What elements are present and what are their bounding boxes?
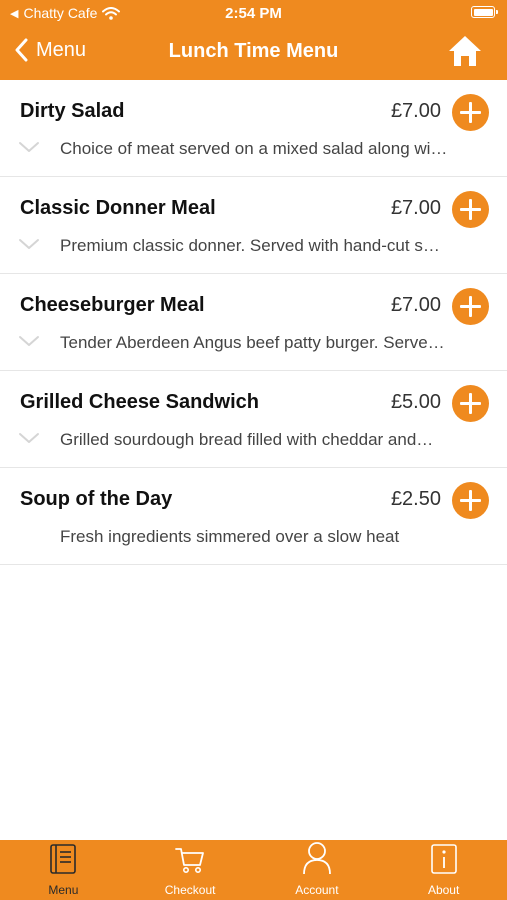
item-description: Choice of meat served on a mixed salad a… [60,139,448,158]
status-bar: ◀ Chatty Cafe 2:54 PM [0,0,507,28]
tab-label: About [427,883,460,897]
item-description: Fresh ingredients simmered over a slow h… [60,527,400,546]
tab-label: Checkout [164,883,216,897]
add-to-cart-button[interactable] [452,482,489,519]
menu-item[interactable]: Grilled Cheese Sandwich £5.00 Grilled sour… [0,371,507,468]
item-price: £7.00 [390,197,441,219]
item-name: Grilled Cheese Sandwich [20,391,259,413]
battery-icon [471,6,498,18]
menu-item[interactable]: Soup of the Day £2.50 Fresh ingredients si… [0,468,507,565]
chevron-down-icon[interactable] [18,334,40,348]
add-to-cart-button[interactable] [452,385,489,422]
home-button[interactable] [447,34,483,73]
page-title: Lunch Time Menu [168,40,339,62]
item-price: £5.00 [390,391,441,413]
home-icon [449,36,481,66]
tab-about[interactable]: About [380,840,507,900]
menu-item[interactable]: Dirty Salad £7.00 Choice of meat served on… [0,80,507,177]
header: ◀ Chatty Cafe 2:54 PM Menu Lunch Time Me… [0,0,507,80]
tab-label: Account [295,883,339,897]
add-to-cart-button[interactable] [452,94,489,131]
app-screen: ◀ Chatty Cafe 2:54 PM Menu Lunch Time Me… [0,0,507,900]
tab-bar: Menu Checkout Account About [0,840,507,900]
info-icon [430,843,458,883]
tab-menu[interactable]: Menu [0,840,127,900]
chevron-down-icon[interactable] [18,237,40,251]
nav-bar: Menu Lunch Time Menu [0,28,507,80]
tab-label: Menu [48,883,79,897]
item-description: Grilled sourdough bread filled with ched… [60,430,434,449]
item-name: Classic Donner Meal [20,197,216,219]
item-name: Dirty Salad [20,100,125,122]
menu-item[interactable]: Classic Donner Meal £7.00 Premium classic … [0,177,507,274]
item-price: £7.00 [390,100,441,122]
add-to-cart-button[interactable] [452,288,489,325]
item-name: Soup of the Day [20,488,173,510]
item-name: Cheeseburger Meal [20,294,205,316]
chevron-down-icon[interactable] [18,140,40,154]
menu-item[interactable]: Cheeseburger Meal £7.00 Tender Aberdeen An… [0,274,507,371]
item-description: Tender Aberdeen Angus beef patty burger.… [60,333,445,352]
item-price: £7.00 [390,294,441,316]
item-description: Premium classic donner. Served with hand… [60,236,440,255]
item-price: £2.50 [390,488,441,510]
add-to-cart-button[interactable] [452,191,489,228]
cart-icon [174,845,206,883]
status-time: 2:54 PM [225,5,282,22]
tab-account[interactable]: Account [254,840,381,900]
tab-checkout[interactable]: Checkout [127,840,254,900]
person-icon [302,841,332,883]
menu-list: Dirty Salad £7.00 Choice of meat served on… [0,80,507,565]
menu-book-icon [48,843,78,883]
chevron-down-icon[interactable] [18,431,40,445]
